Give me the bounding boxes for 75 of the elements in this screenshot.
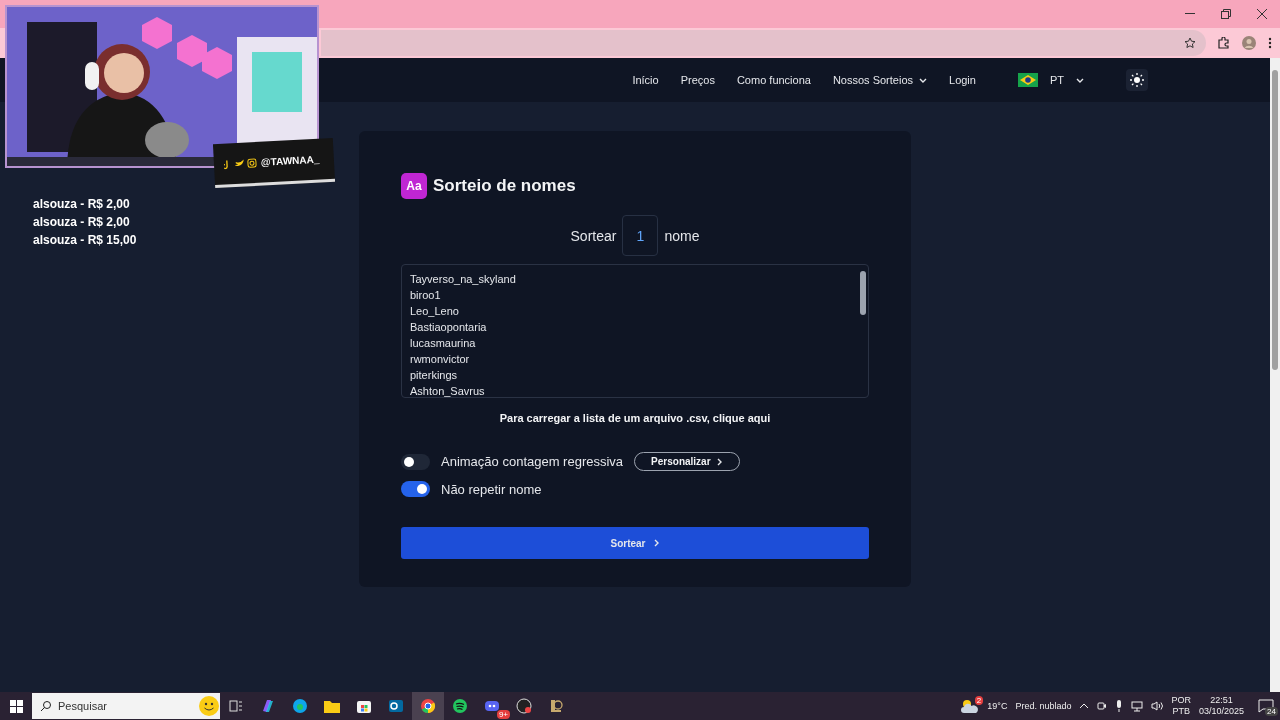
nav-link[interactable]: Nossos Sorteios — [832, 74, 927, 86]
name-line: Bastiaopontaria — [410, 320, 488, 335]
count-label: Sortear — [570, 227, 617, 244]
keyboard-layout[interactable]: PTB — [1172, 706, 1190, 717]
nav-link[interactable]: Preços — [680, 74, 715, 86]
name-line: Ashton_Savrus — [410, 384, 486, 397]
sun-icon — [1130, 73, 1144, 87]
flag-icon — [1017, 73, 1038, 87]
name-line: Leo_Leno — [410, 304, 460, 319]
weather-badge: 2 — [974, 696, 984, 705]
smiley-icon — [198, 695, 220, 717]
network-icon[interactable] — [1131, 700, 1144, 712]
draw-button[interactable]: Sortear — [401, 527, 869, 559]
music-icon[interactable] — [452, 698, 468, 714]
mail-icon[interactable] — [388, 698, 404, 714]
menu-icon[interactable] — [1268, 37, 1272, 49]
restore-icon — [1221, 9, 1231, 19]
option-label: Animação contagem regressiva — [441, 454, 624, 469]
chevron-down-icon — [1076, 76, 1084, 84]
record-icon[interactable] — [516, 698, 532, 714]
temperature: 19°C — [987, 701, 1008, 711]
name-line: lucasmaurina — [410, 336, 477, 351]
notification-badge: 9+ — [496, 710, 510, 719]
name-line: piterkings — [410, 368, 459, 383]
task-view-icon — [229, 700, 243, 712]
toggle-switch[interactable] — [401, 453, 430, 470]
browser-icon[interactable] — [292, 698, 308, 714]
puzzle-icon[interactable] — [1218, 37, 1230, 49]
microphone-icon[interactable] — [1115, 700, 1124, 712]
nav-link[interactable]: Login — [949, 74, 976, 86]
close-icon — [1257, 9, 1267, 19]
chat-icon[interactable] — [484, 698, 500, 714]
name-line: Tayverso_na_skyland — [410, 272, 517, 287]
donation-entry: alsouza - R$ 2,00 — [33, 197, 131, 211]
chrome-icon[interactable] — [420, 698, 436, 714]
notification-count: 24 — [1265, 707, 1278, 716]
input-language[interactable]: POR — [1171, 695, 1191, 706]
weather-condition: Pred. nublado — [1015, 701, 1072, 711]
chevron-up-icon[interactable] — [1079, 702, 1090, 710]
store-icon[interactable] — [356, 698, 372, 714]
nav-link[interactable]: Início — [632, 74, 659, 86]
count-field[interactable]: 1 — [622, 215, 659, 256]
camera-icon[interactable] — [1097, 701, 1108, 711]
search-icon — [40, 700, 52, 712]
count-unit: nome — [664, 227, 700, 244]
windows-icon — [9, 699, 23, 713]
social-icons — [223, 157, 259, 170]
card-title: Sorteio de nomes — [433, 176, 576, 196]
cloud-moon-icon[interactable] — [961, 698, 980, 714]
speaker-icon[interactable] — [1151, 701, 1164, 711]
chevron-down-icon — [919, 76, 927, 84]
folder-icon[interactable] — [324, 699, 340, 713]
star-icon[interactable] — [1184, 37, 1196, 49]
search-field[interactable]: Pesquisar — [32, 693, 220, 719]
names-field[interactable]: Tayverso_na_skyland biroo1 Leo_Leno Bastiaopontaria lucasmaurina rwmonvictor piterkings Ashton_Savrus — [401, 264, 869, 398]
minimize-icon — [1185, 13, 1195, 15]
clock-time[interactable]: 22:51 — [1210, 695, 1233, 706]
notification-icon[interactable] — [1258, 699, 1274, 713]
social-handle: @TAWNAA_ — [260, 153, 320, 168]
theme-toggle-button[interactable] — [1126, 69, 1148, 91]
donation-entry: alsouza - R$ 2,00 — [33, 215, 131, 229]
toggle-switch[interactable] — [401, 481, 430, 497]
option-label: Não repetir nome — [441, 481, 542, 497]
language-select[interactable]: PT — [1017, 73, 1084, 87]
scrollbar[interactable] — [860, 271, 866, 315]
name-line: rwmonvictor — [410, 352, 471, 367]
csv-upload-link[interactable]: Para carregar a lista de um arquivo .csv, clique aqui — [499, 412, 771, 424]
game-icon[interactable] — [548, 698, 564, 714]
donation-entry: alsouza - R$ 15,00 — [33, 233, 137, 247]
scrollbar[interactable] — [1272, 70, 1278, 370]
text-badge: Aa — [401, 173, 427, 199]
nav-link[interactable]: Como funciona — [736, 74, 811, 86]
clock-date[interactable]: 03/10/2025 — [1198, 706, 1244, 717]
copilot-icon[interactable] — [260, 698, 276, 714]
name-line: biroo1 — [410, 288, 442, 303]
